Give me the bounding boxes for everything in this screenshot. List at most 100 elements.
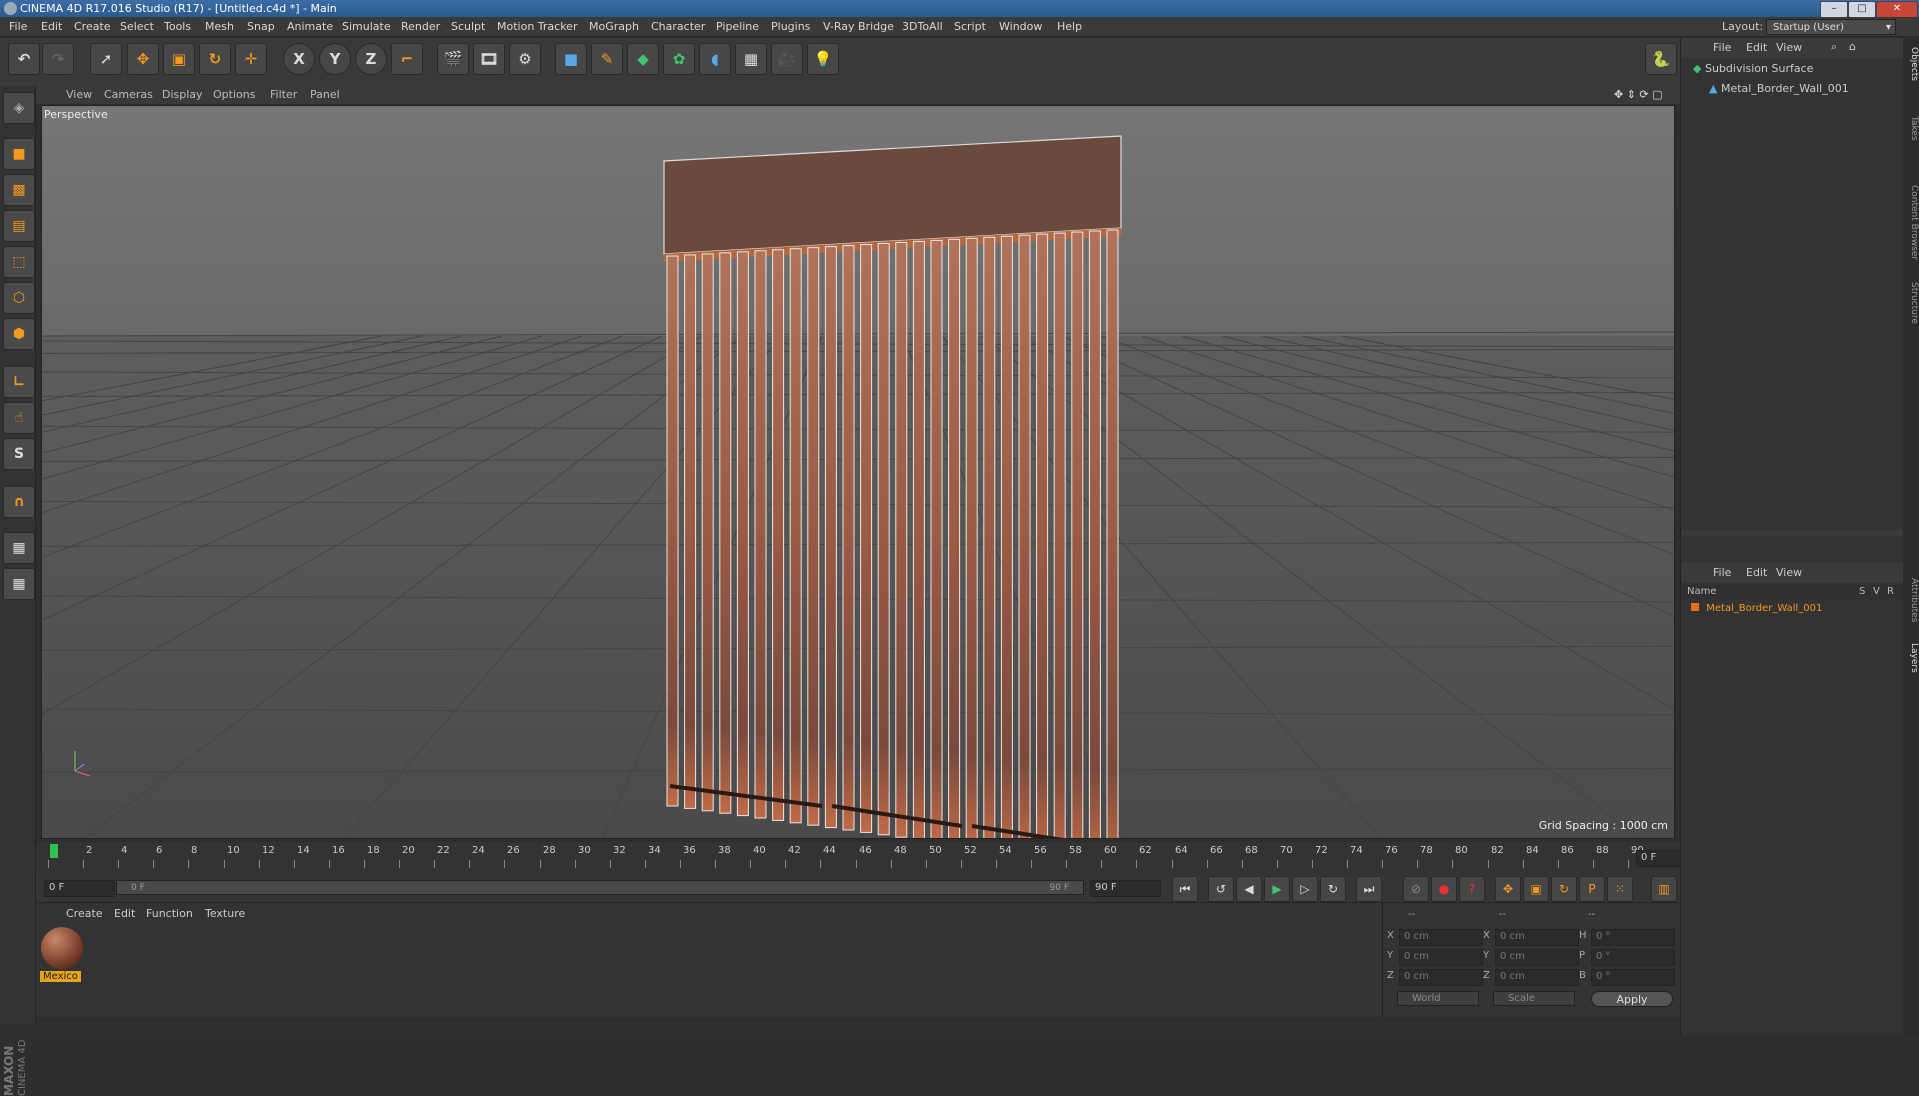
menu-pipeline[interactable]: Pipeline (716, 17, 759, 37)
size-mode-dropdown[interactable]: Scale (1493, 991, 1575, 1006)
planar-workplane-button[interactable]: ▦ (3, 568, 35, 600)
layer-row[interactable]: Metal_Border_Wall_001 (1691, 603, 1822, 614)
menu-help[interactable]: Help (1057, 17, 1082, 37)
object-row-subdivision[interactable]: ◆ Subdivision Surface (1693, 62, 1813, 75)
next-key-icon[interactable]: ↻ (1320, 876, 1346, 902)
coord-value-field[interactable]: 0 cm (1495, 949, 1579, 966)
om-menu-file[interactable]: File (1713, 41, 1731, 54)
om-scrollbar[interactable] (1681, 530, 1904, 536)
z-axis-button[interactable]: Z (355, 43, 387, 75)
material-menu-function[interactable]: Function (146, 907, 193, 920)
go-to-start-icon[interactable]: ⏮ (1172, 876, 1198, 902)
preview-range-slider[interactable]: 0 F 90 F (116, 880, 1084, 895)
coord-value-field[interactable]: 0 cm (1399, 949, 1483, 966)
play-icon[interactable]: ▶ (1264, 876, 1290, 902)
y-axis-button[interactable]: Y (319, 43, 351, 75)
start-frame-field[interactable]: 0 F (44, 880, 115, 897)
lm-menu-edit[interactable]: Edit (1746, 566, 1767, 579)
lm-menu-file[interactable]: File (1713, 566, 1731, 579)
move-tool-button[interactable]: ✥ (127, 43, 159, 75)
coord-value-field[interactable]: 0 ° (1591, 969, 1675, 986)
magnet-button[interactable]: ∩ (3, 486, 35, 518)
workplane-mode-button[interactable]: ▤ (3, 210, 35, 242)
search-icon[interactable]: ⌕ (1831, 40, 1837, 54)
playhead[interactable] (50, 844, 58, 858)
render-view-button[interactable]: 🎬 (437, 43, 469, 75)
viewport-menu-filter[interactable]: Filter (270, 86, 297, 104)
object-row-wall[interactable]: ▲ Metal_Border_Wall_001 (1709, 82, 1849, 95)
key-pla-icon[interactable]: ⁙ (1607, 876, 1633, 902)
key-rotation-icon[interactable]: ↻ (1551, 876, 1577, 902)
rotate-tool-button[interactable]: ↻ (199, 43, 231, 75)
cloner-button[interactable]: ✿ (663, 43, 695, 75)
coord-value-field[interactable]: 0 cm (1495, 929, 1579, 946)
perspective-viewport[interactable]: Perspective Grid Spacing : 1000 cm (41, 105, 1675, 839)
minimize-button[interactable]: – (1820, 1, 1848, 18)
coordinate-system-button[interactable]: ⌐ (391, 43, 423, 75)
menu-mesh[interactable]: Mesh (205, 17, 234, 37)
points-mode-button[interactable]: ⬚ (3, 246, 35, 278)
subdivision-surface-button[interactable]: ◆ (627, 43, 659, 75)
menu-edit[interactable]: Edit (41, 17, 62, 37)
menu-simulate[interactable]: Simulate (342, 17, 391, 37)
menu-file[interactable]: File (9, 17, 27, 37)
coord-value-field[interactable]: 0 cm (1399, 929, 1483, 946)
viewport-menu-panel[interactable]: Panel (310, 86, 340, 104)
tab-objects[interactable]: Objects (1903, 44, 1919, 84)
menu-select[interactable]: Select (120, 17, 154, 37)
polygons-mode-button[interactable]: ⬢ (3, 318, 35, 350)
scale-tool-button[interactable]: ▣ (163, 43, 195, 75)
deformer-button[interactable]: ◖ (699, 43, 731, 75)
render-settings-button[interactable]: ⚙ (509, 43, 541, 75)
coord-system-dropdown[interactable]: World (1397, 991, 1479, 1006)
key-position-icon[interactable]: ✥ (1495, 876, 1521, 902)
tab-content-browser[interactable]: Content Browser (1903, 178, 1919, 268)
render-picture-viewer-button[interactable]: 🎞 (473, 43, 505, 75)
axis-mode-button[interactable]: ∟ (3, 366, 35, 398)
previous-key-icon[interactable]: ↺ (1208, 876, 1234, 902)
menu-motion-tracker[interactable]: Motion Tracker (497, 17, 577, 37)
transform-tool-button[interactable]: ✛ (235, 43, 267, 75)
keyframe-selection-icon[interactable]: ⊘ (1403, 876, 1429, 902)
end-frame-field[interactable]: 90 F (1090, 880, 1161, 897)
menu-3dtoall[interactable]: 3DToAll (902, 17, 943, 37)
om-menu-edit[interactable]: Edit (1746, 41, 1767, 54)
coord-value-field[interactable]: 0 ° (1591, 929, 1675, 946)
locked-workplane-button[interactable]: ▦ (3, 532, 35, 564)
coord-value-field[interactable]: 0 cm (1399, 969, 1483, 986)
close-button[interactable]: ✕ (1876, 1, 1918, 18)
viewport-menu-view[interactable]: View (66, 86, 92, 104)
timeline-settings-icon[interactable]: ▥ (1651, 876, 1677, 902)
material-menu-edit[interactable]: Edit (114, 907, 135, 920)
undo-button[interactable]: ↶ (8, 43, 40, 75)
make-editable-button[interactable]: ◈ (3, 92, 35, 124)
texture-mode-button[interactable]: ▩ (3, 174, 35, 206)
om-menu-view[interactable]: View (1776, 41, 1802, 54)
viewport-menu-options[interactable]: Options (213, 86, 255, 104)
menu-character[interactable]: Character (651, 17, 705, 37)
tweak-mode-button[interactable]: ☝ (3, 402, 35, 434)
menu-vray-bridge[interactable]: V-Ray Bridge (823, 17, 894, 37)
layout-dropdown[interactable]: Startup (User) ▾ (1766, 19, 1896, 35)
apply-button[interactable]: Apply (1591, 991, 1673, 1007)
lm-menu-view[interactable]: View (1776, 566, 1802, 579)
material-menu-create[interactable]: Create (66, 907, 103, 920)
material-name-label[interactable]: Mexico (40, 971, 81, 982)
menu-tools[interactable]: Tools (164, 17, 191, 37)
floor-object-button[interactable]: ▦ (735, 43, 767, 75)
viewport-menu-display[interactable]: Display (162, 86, 203, 104)
menu-script[interactable]: Script (954, 17, 986, 37)
key-parameter-icon[interactable]: P (1579, 876, 1605, 902)
record-icon[interactable]: ● (1431, 876, 1457, 902)
menu-render[interactable]: Render (401, 17, 440, 37)
menu-window[interactable]: Window (999, 17, 1042, 37)
viewport-nav-icon[interactable]: ✥ ⇕ ⟳ ▢ (1614, 86, 1663, 104)
menu-mograph[interactable]: MoGraph (589, 17, 639, 37)
snapping-button[interactable]: S (3, 438, 35, 470)
tab-structure[interactable]: Structure (1903, 278, 1919, 328)
model-mode-button[interactable]: ■ (3, 138, 35, 170)
material-menu-texture[interactable]: Texture (205, 907, 245, 920)
tab-takes[interactable]: Takes (1903, 108, 1919, 148)
camera-object-button[interactable]: 🎥 (771, 43, 803, 75)
menu-animate[interactable]: Animate (287, 17, 333, 37)
